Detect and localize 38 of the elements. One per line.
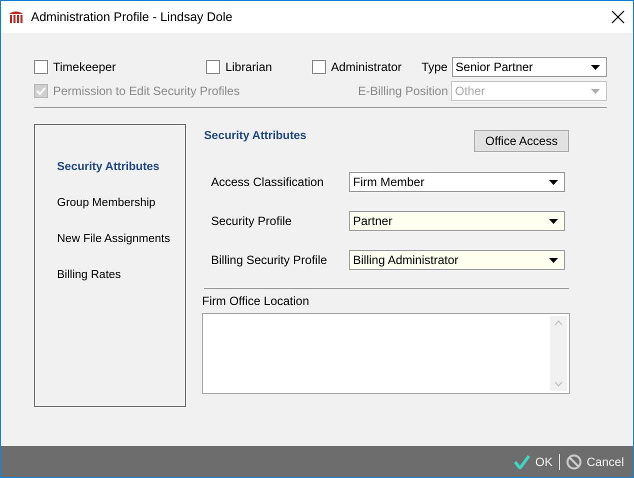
field-label: Access Classification bbox=[211, 175, 325, 189]
checkbox-label: Timekeeper bbox=[53, 60, 116, 74]
scrollbar[interactable] bbox=[550, 316, 567, 391]
prohibited-icon bbox=[566, 454, 582, 470]
nav-item[interactable]: Billing Rates bbox=[57, 269, 185, 285]
e-billing-label: E-Billing Position bbox=[358, 84, 448, 98]
field-dropdown[interactable]: Firm Member bbox=[349, 172, 565, 192]
caret-icon bbox=[591, 88, 600, 94]
type-dropdown[interactable]: Senior Partner bbox=[452, 57, 607, 77]
caret-icon bbox=[591, 64, 600, 70]
nav-item[interactable]: Security Attributes bbox=[57, 161, 185, 177]
checkbox-label: Permission to Edit Security Profiles bbox=[53, 84, 240, 98]
location-field[interactable] bbox=[202, 313, 570, 394]
caret-icon bbox=[549, 180, 558, 184]
window-title: Administration Profile - Lindsay Dole bbox=[31, 10, 234, 24]
nav-item[interactable]: New File Assignments bbox=[57, 233, 185, 249]
caret-icon bbox=[549, 218, 558, 224]
scroll-down-icon[interactable] bbox=[554, 382, 563, 387]
logo-icon bbox=[8, 9, 24, 25]
ok-button[interactable]: OK bbox=[514, 454, 553, 468]
location-label: Firm Office Location bbox=[202, 294, 310, 308]
field-dropdown[interactable]: Billing Administrator bbox=[349, 250, 565, 270]
scroll-up-icon[interactable] bbox=[554, 320, 563, 325]
checkmark-icon bbox=[514, 454, 530, 468]
checkbox[interactable] bbox=[206, 60, 220, 74]
caret-icon bbox=[549, 258, 558, 262]
cancel-button[interactable]: Cancel bbox=[566, 454, 624, 470]
field-label: Billing Security Profile bbox=[211, 253, 328, 267]
type-label: Type bbox=[422, 60, 448, 74]
checkbox-label: Librarian bbox=[225, 60, 272, 74]
section-title: Security Attributes bbox=[204, 130, 306, 142]
field-label: Security Profile bbox=[211, 214, 293, 228]
checkbox-label: Administrator bbox=[330, 60, 402, 74]
checkbox[interactable] bbox=[34, 60, 48, 74]
checkbox[interactable] bbox=[312, 60, 326, 74]
nav-item[interactable]: Group Membership bbox=[57, 197, 185, 213]
office-access-button[interactable]: Office Access bbox=[474, 130, 569, 152]
field-dropdown[interactable]: Partner bbox=[349, 211, 565, 231]
